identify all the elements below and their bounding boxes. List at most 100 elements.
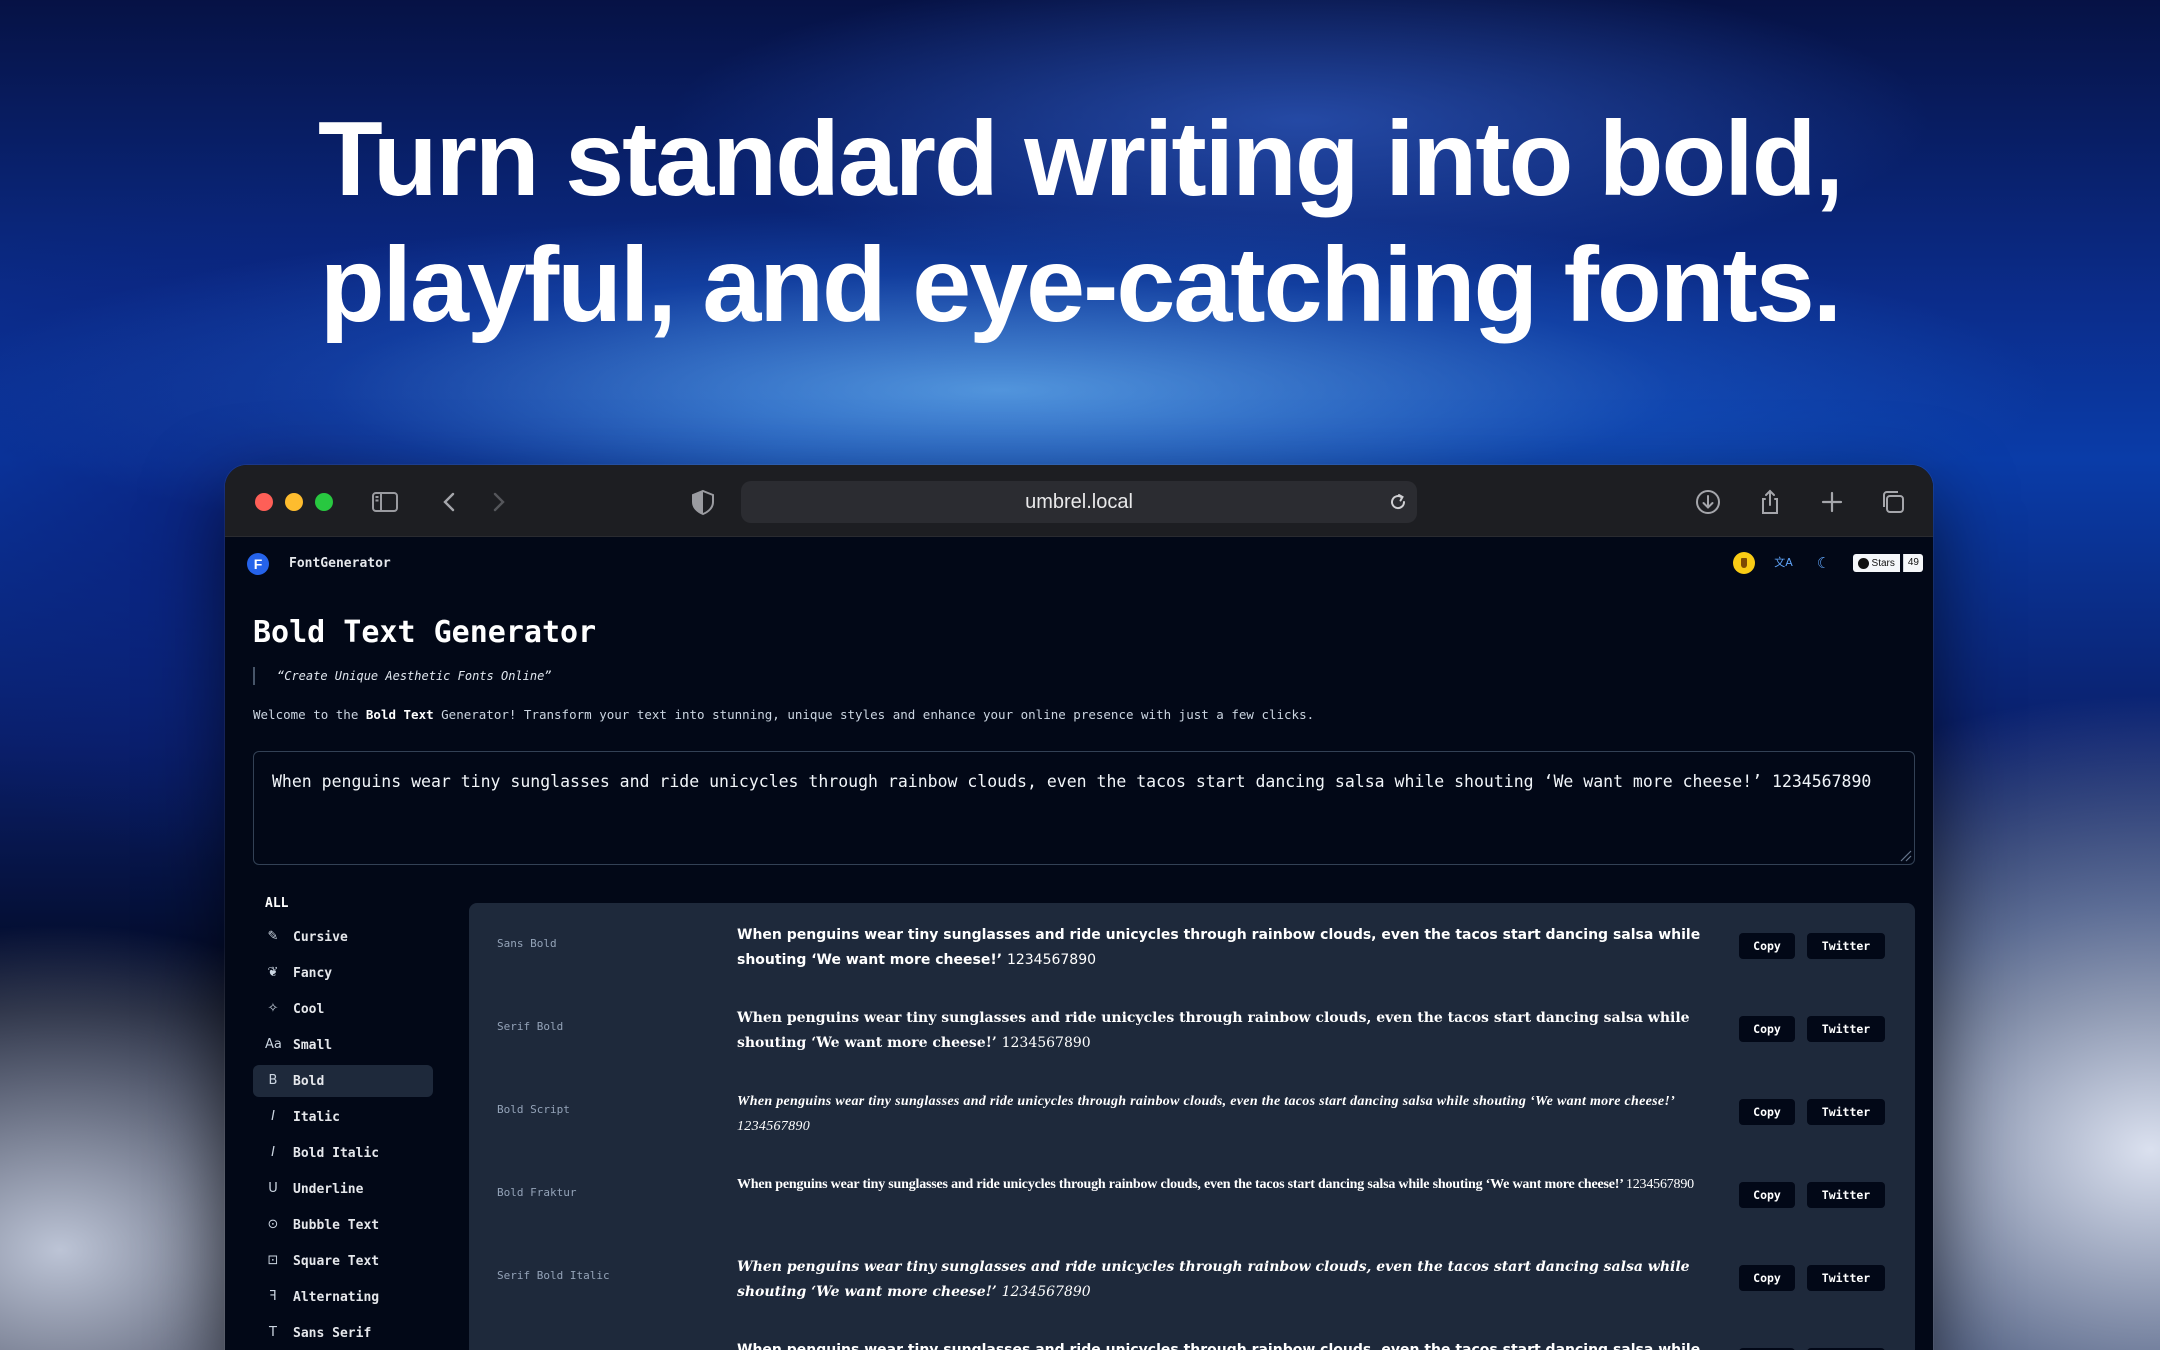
category-icon: B [268, 1073, 278, 1088]
sidebar-item-square-text[interactable]: ⊡ Square Text [253, 1245, 433, 1277]
sidebar-item-small[interactable]: Aa Small [253, 1029, 433, 1061]
site-logo[interactable]: F [247, 553, 269, 575]
tabs-overview-icon[interactable] [1878, 487, 1908, 517]
github-star-count[interactable]: 49 [1902, 554, 1923, 572]
browser-toolbar: umbrel.local [225, 465, 1933, 537]
sidebar-item-label: Fancy [293, 965, 333, 981]
sidebar-item-label: Square Text [293, 1253, 380, 1269]
sidebar-item-cursive[interactable]: ✎ Cursive [253, 921, 433, 953]
download-icon[interactable] [1693, 487, 1723, 517]
font-style-name: Sans Bold [497, 937, 557, 950]
share-icon[interactable] [1755, 487, 1785, 517]
sidebar-item-bold[interactable]: B Bold [253, 1065, 433, 1097]
dark-mode-toggle-icon[interactable]: ☾ [1813, 552, 1835, 574]
category-icon: I [271, 1109, 275, 1124]
sidebar-item-label: Bold [293, 1073, 325, 1089]
twitter-share-button[interactable]: Twitter [1807, 1099, 1885, 1125]
font-preview-digits: 1234567890 [1001, 1035, 1091, 1051]
site-brand[interactable]: FontGenerator [289, 556, 391, 571]
font-preview-digits: 1234567890 [1006, 952, 1097, 968]
welcome-text: Welcome to the Bold Text Generator! Tran… [253, 707, 1314, 722]
font-preview-words: When penguins wear tiny sunglasses and r… [737, 927, 1701, 968]
category-all[interactable]: ALL [253, 891, 433, 917]
twitter-share-button[interactable]: Twitter [1807, 1016, 1885, 1042]
nav-actions: 文A ☾ Stars 49 [1732, 551, 1923, 575]
font-preview-digits: 1234567890 [1625, 1177, 1694, 1192]
sidebar-item-bold-italic[interactable]: I Bold Italic [253, 1137, 433, 1169]
twitter-share-button[interactable]: Twitter [1807, 933, 1885, 959]
translate-icon[interactable]: 文A [1773, 552, 1795, 574]
sidebar-item-label: Cool [293, 1001, 325, 1017]
sidebar-item-label: Cursive [293, 929, 348, 945]
font-preview-words: When penguins wear tiny sunglasses and r… [737, 1177, 1623, 1192]
category-icon: ꟻ [269, 1289, 277, 1304]
font-result-row: Bold Script When penguins wear tiny sungl… [469, 1069, 1915, 1152]
welcome-text-start: Welcome to the [253, 707, 366, 722]
sidebar-item-cool[interactable]: ✧ Cool [253, 993, 433, 1025]
font-preview-text: When penguins wear tiny sunglasses and r… [737, 1089, 1707, 1139]
font-preview-words: When penguins wear tiny sunglasses and r… [737, 1342, 1701, 1350]
github-stars-button[interactable]: Stars 49 [1852, 554, 1923, 572]
new-tab-icon[interactable] [1817, 487, 1847, 517]
buy-me-coffee-icon[interactable] [1732, 552, 1755, 574]
copy-button[interactable]: Copy [1739, 1099, 1795, 1125]
font-preview-text: When penguins wear tiny sunglasses and r… [737, 1255, 1707, 1305]
category-icon: I [271, 1145, 275, 1160]
sidebar-item-bubble-text[interactable]: ⊙ Bubble Text [253, 1209, 433, 1241]
font-style-name: Serif Bold [497, 1020, 564, 1033]
font-style-name: Serif Bold Italic [497, 1269, 610, 1282]
copy-button[interactable]: Copy [1739, 1182, 1795, 1208]
github-button[interactable]: Stars [1852, 554, 1900, 572]
font-result-row: Serif Bold Italic When penguins wear tiny… [469, 1235, 1915, 1318]
forward-icon[interactable] [483, 487, 513, 517]
sidebar-item-underline[interactable]: U Underline [253, 1173, 433, 1205]
font-result-row: Serif Bold When penguins wear tiny sungla… [469, 986, 1915, 1069]
copy-button[interactable]: Copy [1739, 1265, 1795, 1291]
hero-line-1: Turn standard writing into bold, [318, 100, 1844, 218]
sidebar-item-fancy[interactable]: ❦ Fancy [253, 957, 433, 989]
page-tagline: “Create Unique Aesthetic Fonts Online” [253, 667, 552, 685]
sidebar-item-sans-serif[interactable]: T Sans Serif [253, 1317, 433, 1349]
font-style-name: Bold Script [497, 1103, 570, 1116]
copy-button[interactable]: Copy [1739, 933, 1795, 959]
sidebar-item-alternating[interactable]: ꟻ Alternating [253, 1281, 433, 1313]
category-icon: ❦ [267, 965, 279, 980]
address-bar-url: umbrel.local [1025, 491, 1133, 513]
category-icon: ⊙ [267, 1217, 279, 1232]
back-icon[interactable] [435, 487, 465, 517]
address-bar[interactable]: umbrel.local [741, 481, 1417, 523]
sidebar-icon[interactable] [370, 487, 400, 517]
resize-handle-icon[interactable] [1898, 848, 1912, 862]
font-style-name: Bold Fraktur [497, 1186, 577, 1199]
font-preview-words: When penguins wear tiny sunglasses and r… [737, 1010, 1690, 1051]
close-window-button[interactable] [255, 493, 273, 511]
minimize-window-button[interactable] [285, 493, 303, 511]
font-preview-digits: 1234567890 [1001, 1284, 1091, 1300]
sidebar-item-italic[interactable]: I Italic [253, 1101, 433, 1133]
category-icon: ✧ [267, 1001, 279, 1016]
text-input[interactable]: When penguins wear tiny sunglasses and r… [253, 751, 1915, 865]
zoom-window-button[interactable] [315, 493, 333, 511]
font-preview-digits: 1234567890 [737, 1119, 810, 1134]
sidebar-item-label: Bold Italic [293, 1145, 380, 1161]
category-icon: U [268, 1181, 278, 1196]
welcome-text-end: Generator! Transform your text into stun… [433, 707, 1315, 722]
twitter-share-button[interactable]: Twitter [1807, 1265, 1885, 1291]
reload-icon[interactable] [1387, 491, 1409, 513]
font-results-list: Sans Bold When penguins wear tiny sunglas… [469, 903, 1915, 1350]
github-icon [1857, 557, 1869, 569]
font-preview-text: When penguins wear tiny sunglasses and r… [737, 923, 1707, 973]
font-preview-words: When penguins wear tiny sunglasses and r… [737, 1259, 1690, 1300]
sidebar-item-label: Small [293, 1037, 333, 1053]
sidebar-item-label: Underline [293, 1181, 364, 1197]
font-result-row: Bold Fraktur When penguins wear tiny sung… [469, 1152, 1915, 1235]
category-icon: ✎ [267, 929, 279, 944]
shield-icon[interactable] [688, 487, 718, 517]
font-preview-words: When penguins wear tiny sunglasses and r… [737, 1094, 1675, 1109]
copy-button[interactable]: Copy [1739, 1016, 1795, 1042]
sidebar-item-label: Italic [293, 1109, 340, 1125]
category-icon: Aa [265, 1037, 282, 1052]
font-result-row: Sans Bold When penguins wear tiny sunglas… [469, 903, 1915, 986]
twitter-share-button[interactable]: Twitter [1807, 1182, 1885, 1208]
font-preview-text: When penguins wear tiny sunglasses and r… [737, 1006, 1707, 1056]
